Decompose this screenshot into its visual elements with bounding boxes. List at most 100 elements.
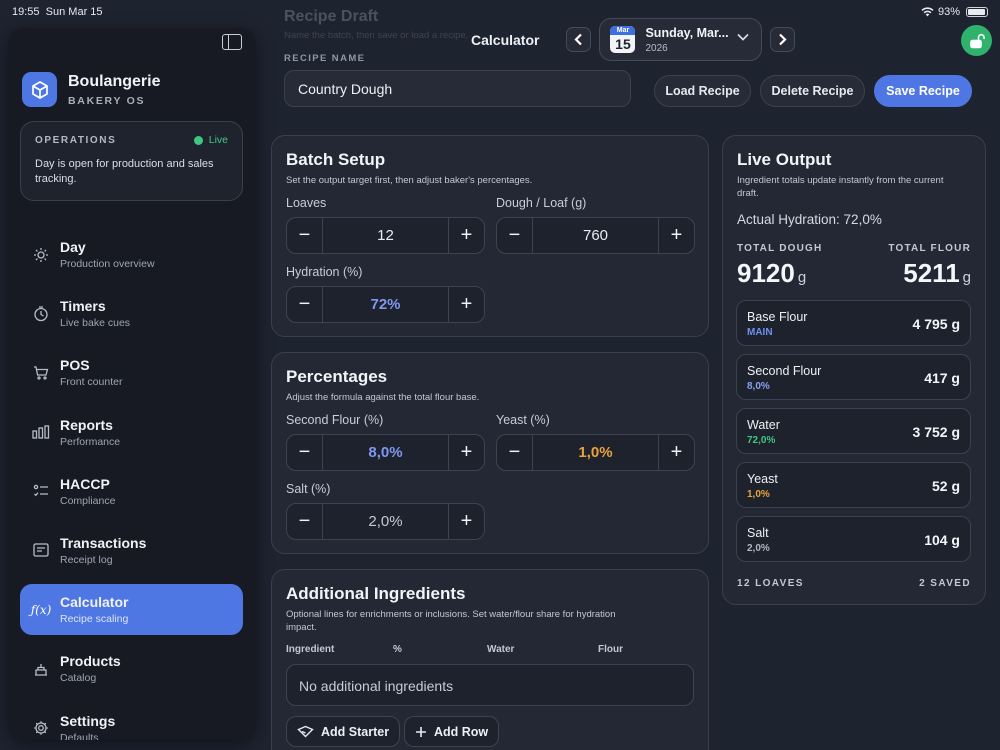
- chevron-right-icon: [779, 33, 788, 46]
- loaves-count: 12 LOAVES: [737, 578, 804, 589]
- date-picker[interactable]: Mar 15 Sunday, Mar... 2026: [599, 18, 763, 61]
- column-percent: %: [393, 644, 402, 655]
- loaves-value[interactable]: 12: [322, 218, 449, 253]
- batch-setup-subtitle: Set the output target first, then adjust…: [286, 175, 533, 186]
- recipe-name-input[interactable]: Country Dough: [284, 70, 631, 107]
- second-flour-value[interactable]: 8,0%: [322, 435, 449, 470]
- sidebar-item-products[interactable]: Products Catalog: [20, 643, 243, 694]
- chevron-down-icon: [737, 33, 750, 41]
- next-day-button[interactable]: [770, 27, 796, 52]
- sun-icon: [32, 246, 50, 264]
- output-row-salt: Salt 2,0% 104 g: [736, 516, 971, 562]
- sidebar-toggle-icon[interactable]: [222, 34, 242, 50]
- sidebar-item-settings[interactable]: Settings Defaults: [20, 703, 243, 741]
- total-flour-label: TOTAL FLOUR: [888, 243, 971, 254]
- second-flour-decrement-button[interactable]: −: [287, 435, 322, 470]
- starter-icon: [297, 725, 314, 738]
- yeast-stepper: − 1,0% +: [496, 434, 695, 471]
- ingredient-percent: 8,0%: [747, 381, 770, 392]
- date-year: 2026: [645, 42, 668, 54]
- live-output-title: Live Output: [737, 150, 832, 169]
- add-starter-button[interactable]: Add Starter: [286, 716, 401, 747]
- sidebar-item-sub: Compliance: [60, 494, 116, 507]
- sidebar-item-sub: Performance: [60, 435, 121, 448]
- percentages-card: Percentages Adjust the formula against t…: [271, 352, 709, 554]
- ingredients-table-header: Ingredient % Water Flour: [286, 644, 686, 656]
- hydration-value[interactable]: 72%: [322, 287, 449, 322]
- sidebar-item-sub: Defaults: [60, 731, 99, 741]
- dough-increment-button[interactable]: +: [659, 218, 694, 253]
- dough-decrement-button[interactable]: −: [497, 218, 532, 253]
- yeast-decrement-button[interactable]: −: [497, 435, 532, 470]
- status-time: 19:55 Sun Mar 15: [12, 6, 103, 18]
- live-output-subtitle: Ingredient totals update instantly from …: [737, 175, 944, 199]
- yeast-increment-button[interactable]: +: [659, 435, 694, 470]
- hydration-decrement-button[interactable]: −: [287, 287, 322, 322]
- load-recipe-button[interactable]: Load Recipe: [654, 75, 751, 107]
- unlock-button[interactable]: [961, 25, 992, 56]
- column-flour: Flour: [598, 644, 623, 655]
- add-row-button[interactable]: Add Row: [404, 716, 500, 747]
- total-dough-label: TOTAL DOUGH: [737, 243, 823, 254]
- live-status: Live: [193, 134, 228, 146]
- ingredient-percent: MAIN: [747, 327, 773, 338]
- salt-decrement-button[interactable]: −: [287, 504, 322, 539]
- previous-day-button[interactable]: [566, 27, 592, 52]
- loaves-increment-button[interactable]: +: [449, 218, 484, 253]
- salt-value[interactable]: 2,0%: [322, 504, 449, 539]
- function-icon: ƒ(x): [30, 602, 52, 617]
- ingredient-percent: 1,0%: [747, 489, 770, 500]
- brand: Boulangerie BAKERY OS: [22, 72, 160, 107]
- page-title: Calculator: [471, 31, 540, 48]
- percentages-title: Percentages: [286, 367, 388, 386]
- output-row-second-flour: Second Flour 8,0% 417 g: [736, 354, 971, 400]
- salt-increment-button[interactable]: +: [449, 504, 484, 539]
- hydration-increment-button[interactable]: +: [449, 287, 484, 322]
- sidebar-item-calculator[interactable]: ƒ(x) Calculator Recipe scaling: [20, 584, 243, 636]
- loaves-stepper: − 12 +: [286, 217, 485, 254]
- status-date: Sun Mar 15: [45, 6, 103, 18]
- chevron-left-icon: [574, 33, 583, 46]
- dough-per-loaf-value[interactable]: 760: [532, 218, 659, 253]
- sidebar-item-sub: Catalog: [60, 672, 97, 685]
- brand-subtitle: BAKERY OS: [68, 94, 146, 107]
- second-flour-stepper: − 8,0% +: [286, 434, 485, 471]
- sidebar-item-day[interactable]: Day Production overview: [20, 229, 243, 280]
- sidebar-item-haccp[interactable]: HACCP Compliance: [20, 466, 243, 517]
- delete-recipe-button[interactable]: Delete Recipe: [760, 75, 865, 107]
- sidebar-item-transactions[interactable]: Transactions Receipt log: [20, 525, 243, 576]
- sidebar-item-timers[interactable]: Timers Live bake cues: [20, 288, 243, 339]
- second-flour-increment-button[interactable]: +: [449, 435, 484, 470]
- status-right: 93%: [921, 6, 988, 18]
- save-recipe-button[interactable]: Save Recipe: [874, 75, 972, 107]
- total-flour-value: 5211 g: [903, 258, 971, 288]
- battery-percent: 93%: [937, 6, 960, 18]
- yeast-value[interactable]: 1,0%: [532, 435, 659, 470]
- total-dough-value: 9120 g: [737, 258, 807, 288]
- operations-title: OPERATIONS: [35, 134, 117, 146]
- batch-setup-title: Batch Setup: [286, 150, 386, 169]
- ingredient-name: Base Flour: [747, 310, 808, 324]
- ingredient-percent: 72,0%: [747, 435, 776, 446]
- checklist-icon: [32, 482, 50, 500]
- draft-subtitle: Name the batch, then save or load a reci…: [284, 30, 469, 41]
- hydration-label: Hydration (%): [286, 265, 363, 279]
- dough-per-loaf-stepper: − 760 +: [496, 217, 695, 254]
- sidebar-item-reports[interactable]: Reports Performance: [20, 407, 243, 458]
- hydration-stepper: − 72% +: [286, 286, 485, 323]
- cart-icon: [32, 364, 50, 382]
- loaves-decrement-button[interactable]: −: [287, 218, 322, 253]
- actual-hydration: Actual Hydration: 72,0%: [737, 212, 882, 227]
- date-label: Sunday, Mar...: [645, 25, 729, 40]
- sidebar-item-label: HACCP: [60, 475, 110, 492]
- saved-count: 2 SAVED: [919, 578, 971, 589]
- sidebar-item-sub: Receipt log: [60, 553, 113, 566]
- salt-label: Salt (%): [286, 482, 331, 496]
- salt-stepper: − 2,0% +: [286, 503, 485, 540]
- sidebar-item-label: POS: [60, 357, 90, 374]
- calendar-icon: Mar 15: [610, 26, 636, 53]
- sidebar-item-pos[interactable]: POS Front counter: [20, 347, 243, 398]
- ingredient-weight: 4 795 g: [912, 316, 960, 332]
- plus-icon: [416, 726, 426, 737]
- sidebar: Boulangerie BAKERY OS OPERATIONS Live Da…: [8, 28, 256, 740]
